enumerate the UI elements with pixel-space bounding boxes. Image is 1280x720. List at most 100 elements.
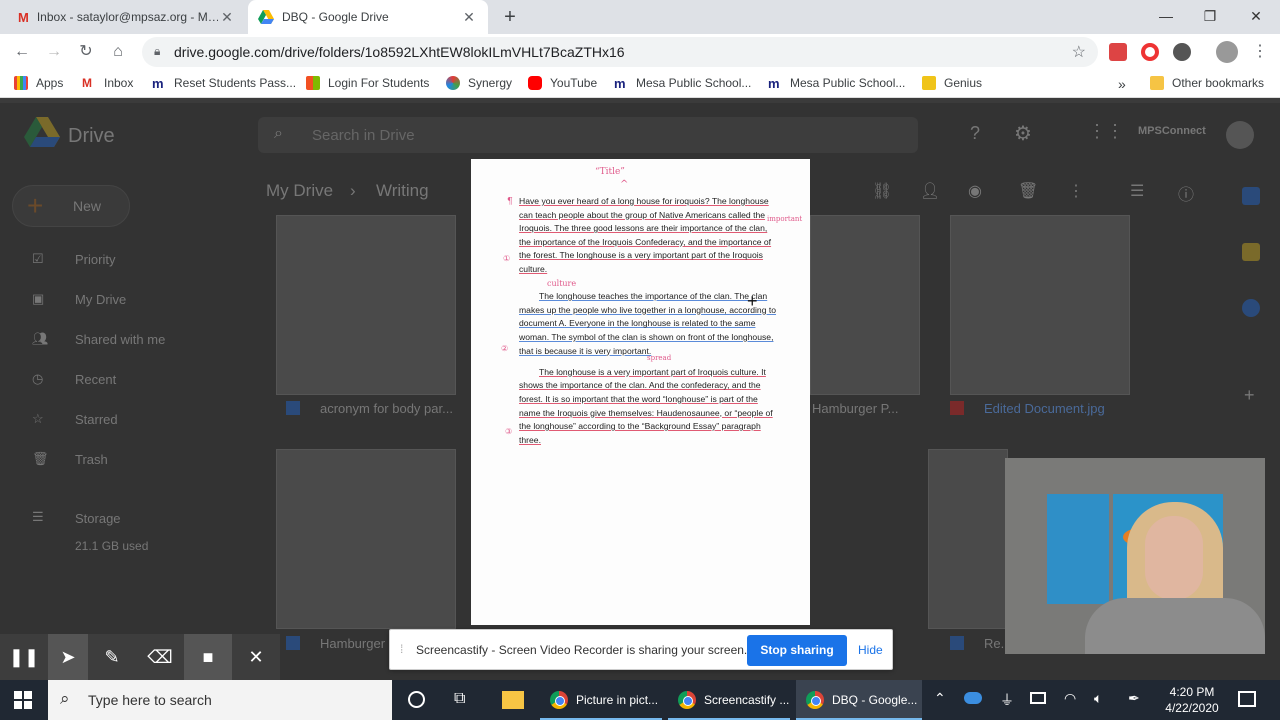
reload-icon[interactable]: ↻ <box>74 40 98 64</box>
pen-tool-icon[interactable]: ✎ <box>88 634 136 680</box>
bookmark-reset-students[interactable]: m Reset Students Pass... <box>152 76 296 91</box>
bookmark-login-students[interactable]: Login For Students <box>306 76 429 90</box>
nav-recent[interactable]: Recent <box>75 372 116 387</box>
cursor-tool-icon[interactable]: ➤ <box>48 634 88 680</box>
new-tab-icon[interactable]: + <box>498 5 522 29</box>
tasks-addon-icon[interactable] <box>1242 299 1260 317</box>
apps-grid-icon[interactable]: ⋮⋮ <box>1088 121 1124 142</box>
mesa-m-icon: m <box>614 76 626 91</box>
taskbar-app-pip[interactable]: Picture in pict... <box>540 680 662 720</box>
file-name[interactable]: Hamburger <box>320 636 385 651</box>
new-button[interactable]: + New <box>12 185 130 227</box>
settings-gear-icon[interactable]: ⚙ <box>1014 121 1032 146</box>
annotation-title: “Title” <box>595 167 625 177</box>
pause-icon[interactable]: ❚❚ <box>0 634 48 680</box>
minimize-icon[interactable]: — <box>1146 4 1186 28</box>
cortana-icon[interactable] <box>408 691 425 708</box>
bookmarks-overflow[interactable]: » <box>1118 76 1126 92</box>
windows-start-icon[interactable] <box>14 691 32 709</box>
address-bar[interactable]: 🔒︎ drive.google.com/drive/folders/1o8592… <box>142 37 1098 67</box>
close-icon[interactable]: ✕ <box>460 9 478 26</box>
add-addon-icon[interactable]: + <box>1244 385 1255 406</box>
circled-number-2: ② <box>501 344 509 353</box>
priority-icon: ☑ <box>32 251 44 266</box>
taskbar-app-screencastify[interactable]: Screencastify ... <box>668 680 790 720</box>
camera-toggle-icon[interactable]: ■ <box>184 634 232 680</box>
bookmark-synergy[interactable]: Synergy <box>446 76 512 90</box>
screencastify-extension-icon[interactable] <box>1141 43 1159 61</box>
bookmark-mesa-2[interactable]: m Mesa Public School... <box>768 76 905 91</box>
drag-handle-icon[interactable]: ⁞ <box>400 642 403 656</box>
plus-icon: + <box>27 190 44 221</box>
taskbar-search[interactable]: ⌕ Type here to search <box>48 680 392 720</box>
nav-my-drive[interactable]: My Drive <box>75 292 126 307</box>
file-thumbnail[interactable] <box>950 215 1130 395</box>
breadcrumb-my-drive[interactable]: My Drive <box>266 181 333 201</box>
file-thumbnail[interactable] <box>276 215 456 395</box>
file-name[interactable]: Hamburger P... <box>812 401 898 416</box>
volume-icon[interactable]: 🔈︎ <box>1094 690 1102 707</box>
file-thumbnail[interactable] <box>928 449 1008 629</box>
breadcrumb-writing[interactable]: Writing <box>376 181 429 201</box>
bookmark-apps[interactable]: Apps <box>14 76 63 90</box>
back-arrow-icon[interactable]: ← <box>10 40 34 64</box>
tray-chevron-up-icon[interactable]: ⌃ <box>934 690 946 707</box>
acrobat-extension-icon[interactable] <box>1109 43 1127 61</box>
window-close-icon[interactable]: ✕ <box>1236 4 1276 28</box>
system-clock[interactable]: 4:20 PM 4/22/2020 <box>1160 684 1224 716</box>
info-icon[interactable]: ⓘ <box>1178 181 1194 205</box>
close-icon[interactable]: ✕ <box>218 9 236 26</box>
keep-addon-icon[interactable] <box>1242 243 1260 261</box>
wifi-icon[interactable]: ◠ <box>1064 690 1076 707</box>
bookmark-genius[interactable]: Genius <box>922 76 982 90</box>
usb-icon[interactable]: ⏚ <box>1000 690 1014 710</box>
more-icon[interactable]: ⋮ <box>1068 181 1084 201</box>
bookmark-inbox[interactable]: M Inbox <box>82 76 133 90</box>
file-name[interactable]: Edited Document.jpg <box>984 401 1105 416</box>
onedrive-icon[interactable] <box>964 692 982 704</box>
file-explorer-icon[interactable] <box>502 691 524 709</box>
eraser-tool-icon[interactable]: ⌫ <box>136 634 184 680</box>
image-file-icon <box>950 401 964 415</box>
stop-sharing-button[interactable]: Stop sharing <box>747 635 847 666</box>
drive-logo-text: Drive <box>68 125 115 147</box>
preview-eye-icon[interactable]: ◉ <box>968 181 982 201</box>
taskbar-app-drive[interactable]: DBQ - Google... <box>796 680 922 720</box>
restore-icon[interactable]: ❐ <box>1190 4 1230 28</box>
file-thumbnail[interactable] <box>810 215 920 395</box>
mesa-m-icon: m <box>152 76 164 91</box>
battery-icon[interactable] <box>1030 692 1046 704</box>
menu-kebab-icon[interactable]: ⋮ <box>1248 40 1272 64</box>
bookmark-mesa-1[interactable]: m Mesa Public School... <box>614 76 751 91</box>
nav-shared[interactable]: Shared with me <box>75 332 165 347</box>
bookmark-other[interactable]: Other bookmarks <box>1150 76 1264 90</box>
pen-ink-icon[interactable]: ✒ <box>1128 690 1140 707</box>
bookmark-star-icon[interactable]: ☆ <box>1072 42 1086 62</box>
action-center-icon[interactable] <box>1238 691 1256 707</box>
nav-priority[interactable]: Priority <box>75 252 115 267</box>
file-thumbnail[interactable] <box>276 449 456 629</box>
delete-icon[interactable]: 🗑︎ <box>1018 181 1038 201</box>
add-person-icon[interactable]: 👤︎ <box>920 181 940 201</box>
task-view-icon[interactable]: ⧉ <box>454 690 465 708</box>
list-view-icon[interactable]: ☰ <box>1130 181 1144 201</box>
nav-trash[interactable]: Trash <box>75 452 108 467</box>
link-icon[interactable]: ⛓ <box>872 181 892 201</box>
nav-starred[interactable]: Starred <box>75 412 118 427</box>
bookmark-youtube[interactable]: YouTube <box>528 76 597 90</box>
hide-button[interactable]: Hide <box>858 643 883 657</box>
tab-drive[interactable]: DBQ - Google Drive ✕ <box>248 0 488 34</box>
help-icon[interactable]: ? <box>970 123 980 144</box>
drive-search-box[interactable]: ⌕ Search in Drive <box>258 117 918 153</box>
home-icon[interactable]: ⌂ <box>106 40 130 64</box>
calendar-addon-icon[interactable] <box>1242 187 1260 205</box>
nav-storage[interactable]: Storage <box>75 511 121 526</box>
youtube-icon <box>528 76 542 90</box>
profile-avatar[interactable] <box>1216 41 1238 63</box>
close-controls-icon[interactable]: ✕ <box>232 634 280 680</box>
extension-icon[interactable] <box>1173 43 1191 61</box>
account-avatar[interactable] <box>1226 121 1254 149</box>
forward-arrow-icon[interactable]: → <box>42 40 66 64</box>
file-name[interactable]: acronym for body par... <box>320 401 453 416</box>
tab-inbox[interactable]: M Inbox - sataylor@mpsaz.org - M… ✕ <box>8 0 246 34</box>
